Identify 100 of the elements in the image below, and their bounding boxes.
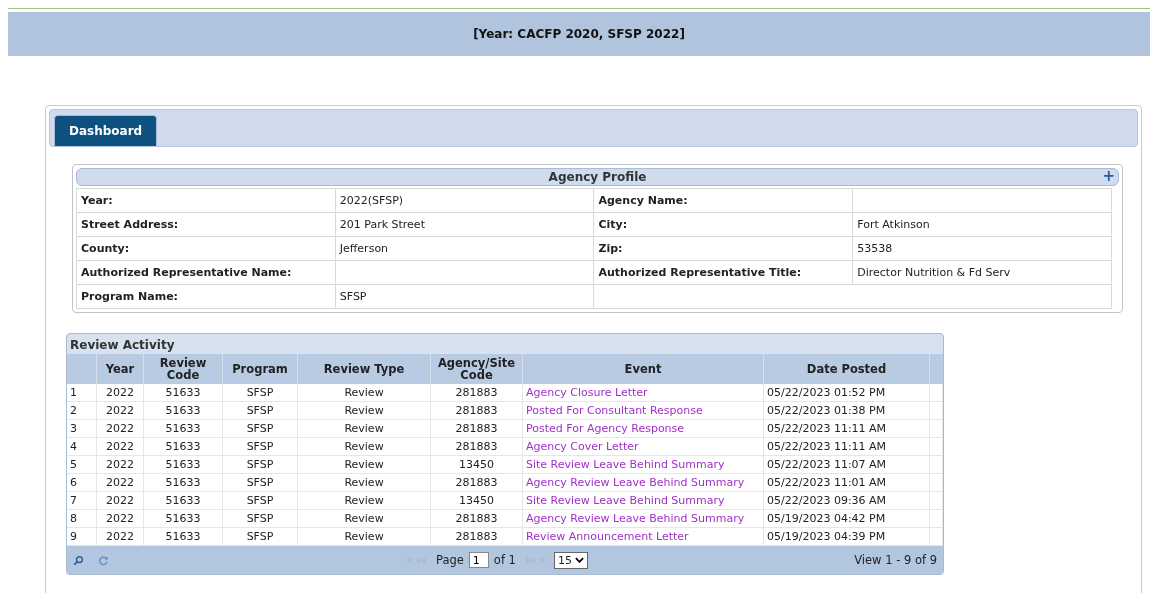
field-label: Year:: [76, 188, 336, 213]
field-value: Jefferson: [335, 236, 594, 261]
table-cell: 05/19/2023 04:39 PM: [764, 528, 930, 545]
table-cell: 13450: [431, 492, 523, 509]
event-link[interactable]: Site Review Leave Behind Summary: [523, 492, 764, 509]
event-link[interactable]: Agency Review Leave Behind Summary: [523, 474, 764, 491]
table-cell: 13450: [431, 456, 523, 473]
page-count: of 1: [493, 553, 516, 567]
field-value: SFSP: [335, 284, 594, 309]
table-cell: SFSP: [223, 456, 298, 473]
table-cell: SFSP: [223, 528, 298, 545]
field-label: Zip:: [594, 236, 853, 261]
section-title: Agency Profile: [548, 170, 647, 184]
table-cell: 2022: [97, 384, 144, 401]
event-link[interactable]: Agency Closure Letter: [523, 384, 764, 401]
table-cell: Review: [298, 438, 431, 455]
event-link[interactable]: Agency Cover Letter: [523, 438, 764, 455]
event-link[interactable]: Site Review Leave Behind Summary: [523, 456, 764, 473]
event-link[interactable]: Agency Review Leave Behind Summary: [523, 510, 764, 527]
table-cell: 2022: [97, 438, 144, 455]
search-icon[interactable]: [73, 554, 84, 566]
table-cell: 51633: [144, 528, 223, 545]
field-label: Authorized Representative Name:: [76, 260, 336, 285]
table-cell: 05/19/2023 04:42 PM: [764, 510, 930, 527]
table-cell: 281883: [431, 510, 523, 527]
table-cell: Review: [298, 510, 431, 527]
row-number: 7: [67, 492, 97, 509]
field-label: Street Address:: [76, 212, 336, 237]
table-cell: 2022: [97, 510, 144, 527]
table-cell: 51633: [144, 420, 223, 437]
table-cell: 2022: [97, 420, 144, 437]
table-cell: SFSP: [223, 420, 298, 437]
field-value: 201 Park Street: [335, 212, 594, 237]
table-cell: 281883: [431, 384, 523, 401]
field-value: 53538: [852, 236, 1112, 261]
event-link[interactable]: Posted For Consultant Response: [523, 402, 764, 419]
table-cell: 2022: [97, 528, 144, 545]
table-cell: 51633: [144, 492, 223, 509]
row-number: 4: [67, 438, 97, 455]
table-cell: 51633: [144, 402, 223, 419]
record-count: View 1 - 9 of 9: [854, 553, 937, 567]
table-cell: 281883: [431, 474, 523, 491]
table-cell: Review: [298, 384, 431, 401]
table-cell: 05/22/2023 11:11 AM: [764, 420, 930, 437]
table-cell: 281883: [431, 438, 523, 455]
expand-button[interactable]: +: [1102, 169, 1115, 184]
table-cell: 05/22/2023 11:07 AM: [764, 456, 930, 473]
field-value: 2022(SFSP): [335, 188, 594, 213]
table-cell: 51633: [144, 384, 223, 401]
table-cell: SFSP: [223, 438, 298, 455]
page-label: Page: [436, 553, 464, 567]
field-value: Director Nutrition & Fd Serv: [852, 260, 1112, 285]
tab[interactable]: Dashboard: [54, 115, 158, 146]
field-label: Program Name:: [76, 284, 336, 309]
caret-icon: [574, 557, 584, 563]
table-cell: 51633: [144, 456, 223, 473]
table-cell: 2022: [97, 492, 144, 509]
page-input[interactable]: 1: [468, 552, 489, 568]
table-cell: 2022: [97, 402, 144, 419]
event-link[interactable]: Posted For Agency Response: [523, 420, 764, 437]
event-link[interactable]: Review Announcement Letter: [523, 528, 764, 545]
table-cell: 05/22/2023 11:01 AM: [764, 474, 930, 491]
row-number: 5: [67, 456, 97, 473]
page-size-select[interactable]: 15: [553, 551, 588, 569]
table-cell: Review: [298, 402, 431, 419]
table-cell: 05/22/2023 09:36 AM: [764, 492, 930, 509]
table-cell: SFSP: [223, 474, 298, 491]
table-cell: SFSP: [223, 384, 298, 401]
table-cell: 281883: [431, 402, 523, 419]
table-cell: 05/22/2023 01:52 PM: [764, 384, 930, 401]
row-number: 3: [67, 420, 97, 437]
table-cell: 2022: [97, 474, 144, 491]
row-number: 2: [67, 402, 97, 419]
refresh-icon[interactable]: [98, 554, 109, 566]
table-cell: SFSP: [223, 402, 298, 419]
table-cell: SFSP: [223, 492, 298, 509]
table-cell: 51633: [144, 438, 223, 455]
table-cell: 281883: [431, 528, 523, 545]
table-cell: Review: [298, 456, 431, 473]
table-cell: 51633: [144, 510, 223, 527]
field-label: City:: [594, 212, 853, 237]
table-cell: Review: [298, 474, 431, 491]
table-cell: Review: [298, 420, 431, 437]
table-cell: 05/22/2023 01:38 PM: [764, 402, 930, 419]
row-number: 6: [67, 474, 97, 491]
table-cell: 51633: [144, 474, 223, 491]
row-number: 9: [67, 528, 97, 545]
field-label: Agency Name:: [594, 188, 853, 213]
table-cell: 05/22/2023 11:11 AM: [764, 438, 930, 455]
grid-title: Review Activity: [69, 337, 176, 354]
table-cell: 281883: [431, 420, 523, 437]
field-label: County:: [76, 236, 336, 261]
year-text: [Year: CACFP 2020, SFSP 2022]: [473, 27, 685, 41]
table-cell: SFSP: [223, 510, 298, 527]
table-cell: 2022: [97, 456, 144, 473]
row-number: 1: [67, 384, 97, 401]
field-value: Fort Atkinson: [852, 212, 1112, 237]
field-label: Authorized Representative Title:: [594, 260, 853, 285]
table-cell: Review: [298, 528, 431, 545]
table-cell: Review: [298, 492, 431, 509]
